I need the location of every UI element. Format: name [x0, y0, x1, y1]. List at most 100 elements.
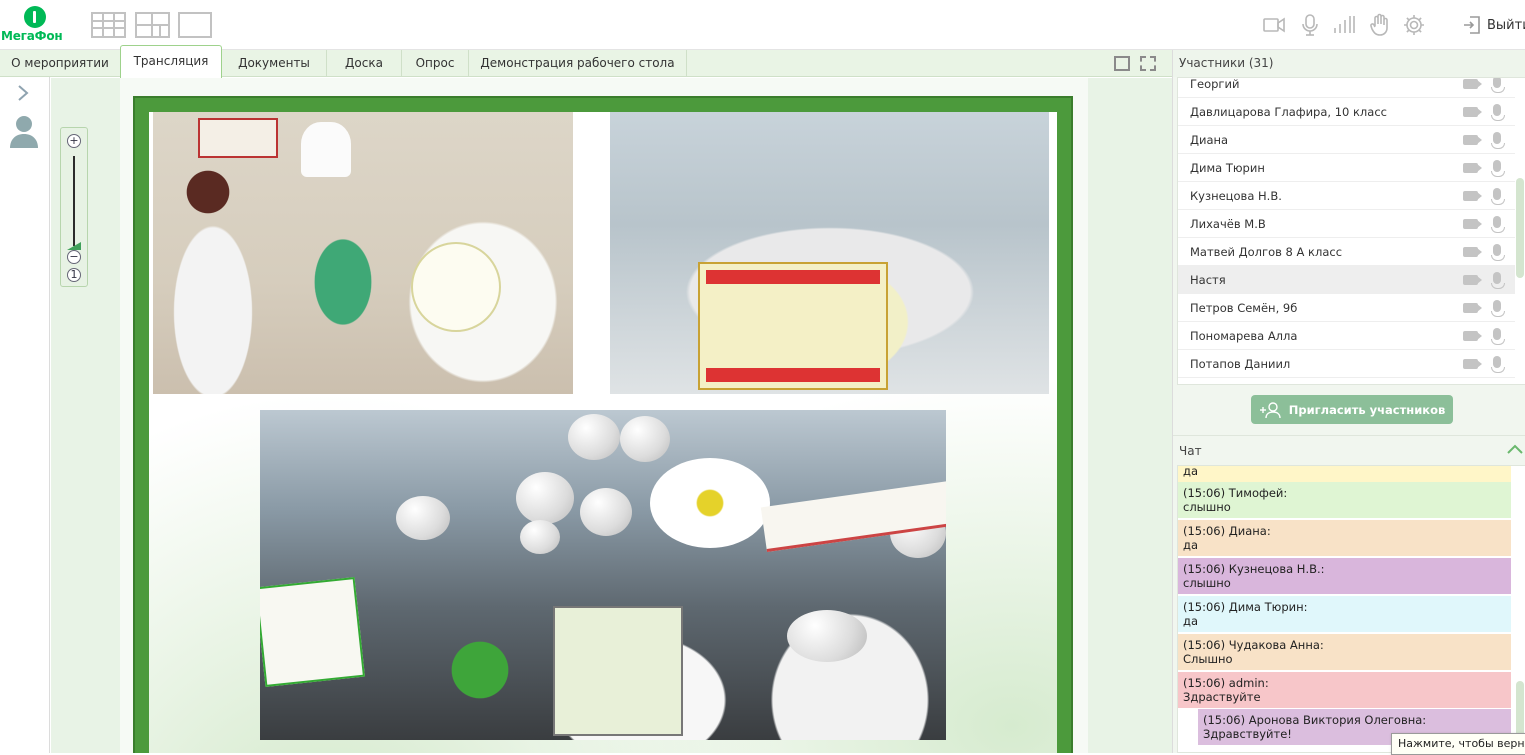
- microphone-icon[interactable]: [1491, 356, 1505, 373]
- tab-about-event[interactable]: О мероприятии: [0, 50, 121, 77]
- camera-icon[interactable]: [1463, 359, 1482, 369]
- chat-time: (15:06): [1183, 676, 1226, 690]
- chat-text: слышно: [1183, 576, 1231, 590]
- slide-photo-medical-staff: [153, 112, 573, 394]
- microphone-icon[interactable]: [1491, 104, 1505, 121]
- camera-icon[interactable]: [1262, 13, 1286, 37]
- chat-messages[interactable]: да (15:06) Тимофей: слышно (15:06) Диана: да…: [1177, 465, 1525, 753]
- settings-icon[interactable]: [1402, 13, 1426, 37]
- participant-name: Лихачёв М.В: [1190, 217, 1266, 231]
- camera-icon[interactable]: [1463, 135, 1482, 145]
- microphone-icon[interactable]: [1491, 328, 1505, 345]
- camera-icon[interactable]: [1463, 79, 1482, 89]
- signal-icon[interactable]: [1332, 13, 1356, 37]
- fit-view-icon[interactable]: [1114, 56, 1130, 71]
- participant-row[interactable]: Давлицарова Глафира, 10 класс: [1178, 98, 1515, 126]
- zoom-out-button[interactable]: −: [67, 250, 81, 264]
- chat-author: Кузнецова Н.В.:: [1228, 562, 1325, 576]
- participant-row[interactable]: Матвей Долгов 8 А класс: [1178, 238, 1515, 266]
- camera-icon[interactable]: [1463, 191, 1482, 201]
- microphone-icon[interactable]: [1491, 132, 1505, 149]
- participants-scrollbar[interactable]: [1516, 178, 1524, 278]
- chat-header: Чат: [1173, 435, 1525, 465]
- microphone-icon[interactable]: [1491, 160, 1505, 177]
- layout-single-icon[interactable]: [178, 12, 212, 38]
- chat-message-header: (15:06) admin:: [1183, 676, 1269, 690]
- microphone-icon[interactable]: [1491, 300, 1505, 317]
- layout-grid-icon[interactable]: [91, 12, 126, 38]
- chat-text: да: [1183, 465, 1198, 478]
- invite-participants-button[interactable]: Пригласить участников: [1251, 395, 1453, 424]
- camera-icon[interactable]: [1463, 275, 1482, 285]
- microphone-icon[interactable]: [1493, 384, 1501, 385]
- megafon-logo: МегаФон: [0, 4, 80, 46]
- fullscreen-icon[interactable]: [1140, 56, 1156, 71]
- participant-name: Диана: [1190, 133, 1229, 147]
- participant-row[interactable]: Кузнецова Н.В.: [1178, 182, 1515, 210]
- camera-icon[interactable]: [1463, 247, 1482, 257]
- chat-author: Чудакова Анна:: [1228, 638, 1324, 652]
- camera-icon[interactable]: [1463, 331, 1482, 341]
- camera-icon[interactable]: [1463, 163, 1482, 173]
- tab-broadcast[interactable]: Трансляция: [120, 45, 222, 78]
- chat-message-header: (15:06) Кузнецова Н.В.:: [1183, 562, 1325, 576]
- microphone-icon[interactable]: [1491, 272, 1505, 289]
- tab-documents[interactable]: Документы: [222, 50, 327, 77]
- participant-row[interactable]: Георгий: [1178, 77, 1515, 98]
- chat-message-header: (15:06) Аронова Виктория Олеговна:: [1203, 713, 1426, 727]
- health-poster: [698, 262, 888, 390]
- chevron-up-icon[interactable]: [1506, 443, 1524, 455]
- participant-row[interactable]: Настя: [1178, 266, 1515, 294]
- slide-frame: [135, 98, 1071, 753]
- wall-sign: [198, 118, 278, 158]
- camera-icon[interactable]: [1463, 219, 1482, 229]
- participant-row[interactable]: Лихачёв М.В: [1178, 210, 1515, 238]
- slide-content: [149, 112, 1057, 753]
- participant-name: Давлицарова Глафира, 10 класс: [1190, 105, 1387, 119]
- participant-name: Пономарева Алла: [1190, 329, 1298, 343]
- camera-icon[interactable]: [1463, 107, 1482, 117]
- tooltip: Нажмите, чтобы вернут: [1391, 733, 1525, 755]
- microphone-icon[interactable]: [1491, 216, 1505, 233]
- participant-row[interactable]: Петров Семён, 9б: [1178, 294, 1515, 322]
- participants-list[interactable]: Георгий Давлицарова Глафира, 10 класс Диан…: [1177, 77, 1525, 385]
- zoom-slider-track[interactable]: [73, 156, 75, 246]
- participant-row[interactable]: Потапов Даниил: [1178, 350, 1515, 378]
- chat-message: (15:06) Дима Тюрин: да: [1178, 596, 1511, 632]
- participant-row[interactable]: Дима Тюрин: [1178, 154, 1515, 182]
- chevron-right-icon[interactable]: [15, 84, 31, 102]
- chat-message: (15:06) Диана: да: [1178, 520, 1511, 556]
- participant-row[interactable]: Диана: [1178, 126, 1515, 154]
- participants-header: Участники (31): [1173, 50, 1525, 77]
- raise-hand-icon[interactable]: [1368, 13, 1392, 37]
- user-icon[interactable]: [8, 114, 40, 148]
- microphone-icon[interactable]: [1491, 244, 1505, 261]
- camera-icon[interactable]: [1463, 303, 1482, 313]
- microphone-icon[interactable]: [1491, 188, 1505, 205]
- participant-name: Матвей Долгов 8 А класс: [1190, 245, 1343, 259]
- tab-board[interactable]: Доска: [327, 50, 402, 77]
- balloon: [580, 488, 632, 536]
- tab-screen-share[interactable]: Демонстрация рабочего стола: [469, 50, 687, 77]
- chat-message: (15:06) Кузнецова Н.В.: слышно: [1178, 558, 1511, 594]
- chat-text: да: [1183, 538, 1198, 552]
- layout-split-icon[interactable]: [135, 12, 170, 38]
- participant-row[interactable]: Сергеев Иван 10: [1178, 378, 1515, 385]
- top-bar: МегаФон Выйти: [0, 0, 1525, 50]
- rally-sign-fluorography: [553, 606, 683, 736]
- chat-message: (15:06) admin: Здраствуйте: [1178, 672, 1511, 708]
- tab-poll[interactable]: Опрос: [402, 50, 469, 77]
- participant-row[interactable]: Пономарева Алла: [1178, 322, 1515, 350]
- participant-name: Георгий: [1190, 77, 1240, 91]
- microphone-icon[interactable]: [1298, 13, 1322, 37]
- presentation-slide: [120, 78, 1088, 753]
- exit-button[interactable]: Выйти: [1463, 14, 1525, 36]
- invite-label: Пригласить участников: [1288, 402, 1446, 417]
- exit-icon: [1464, 16, 1480, 34]
- broadcast-stage: + − 1: [51, 78, 1172, 753]
- zoom-in-button[interactable]: +: [67, 134, 81, 148]
- zoom-reset-button[interactable]: 1: [67, 268, 81, 282]
- microphone-icon[interactable]: [1491, 78, 1505, 93]
- chat-text: Слышно: [1183, 652, 1233, 666]
- zoom-panel: + − 1: [60, 127, 88, 287]
